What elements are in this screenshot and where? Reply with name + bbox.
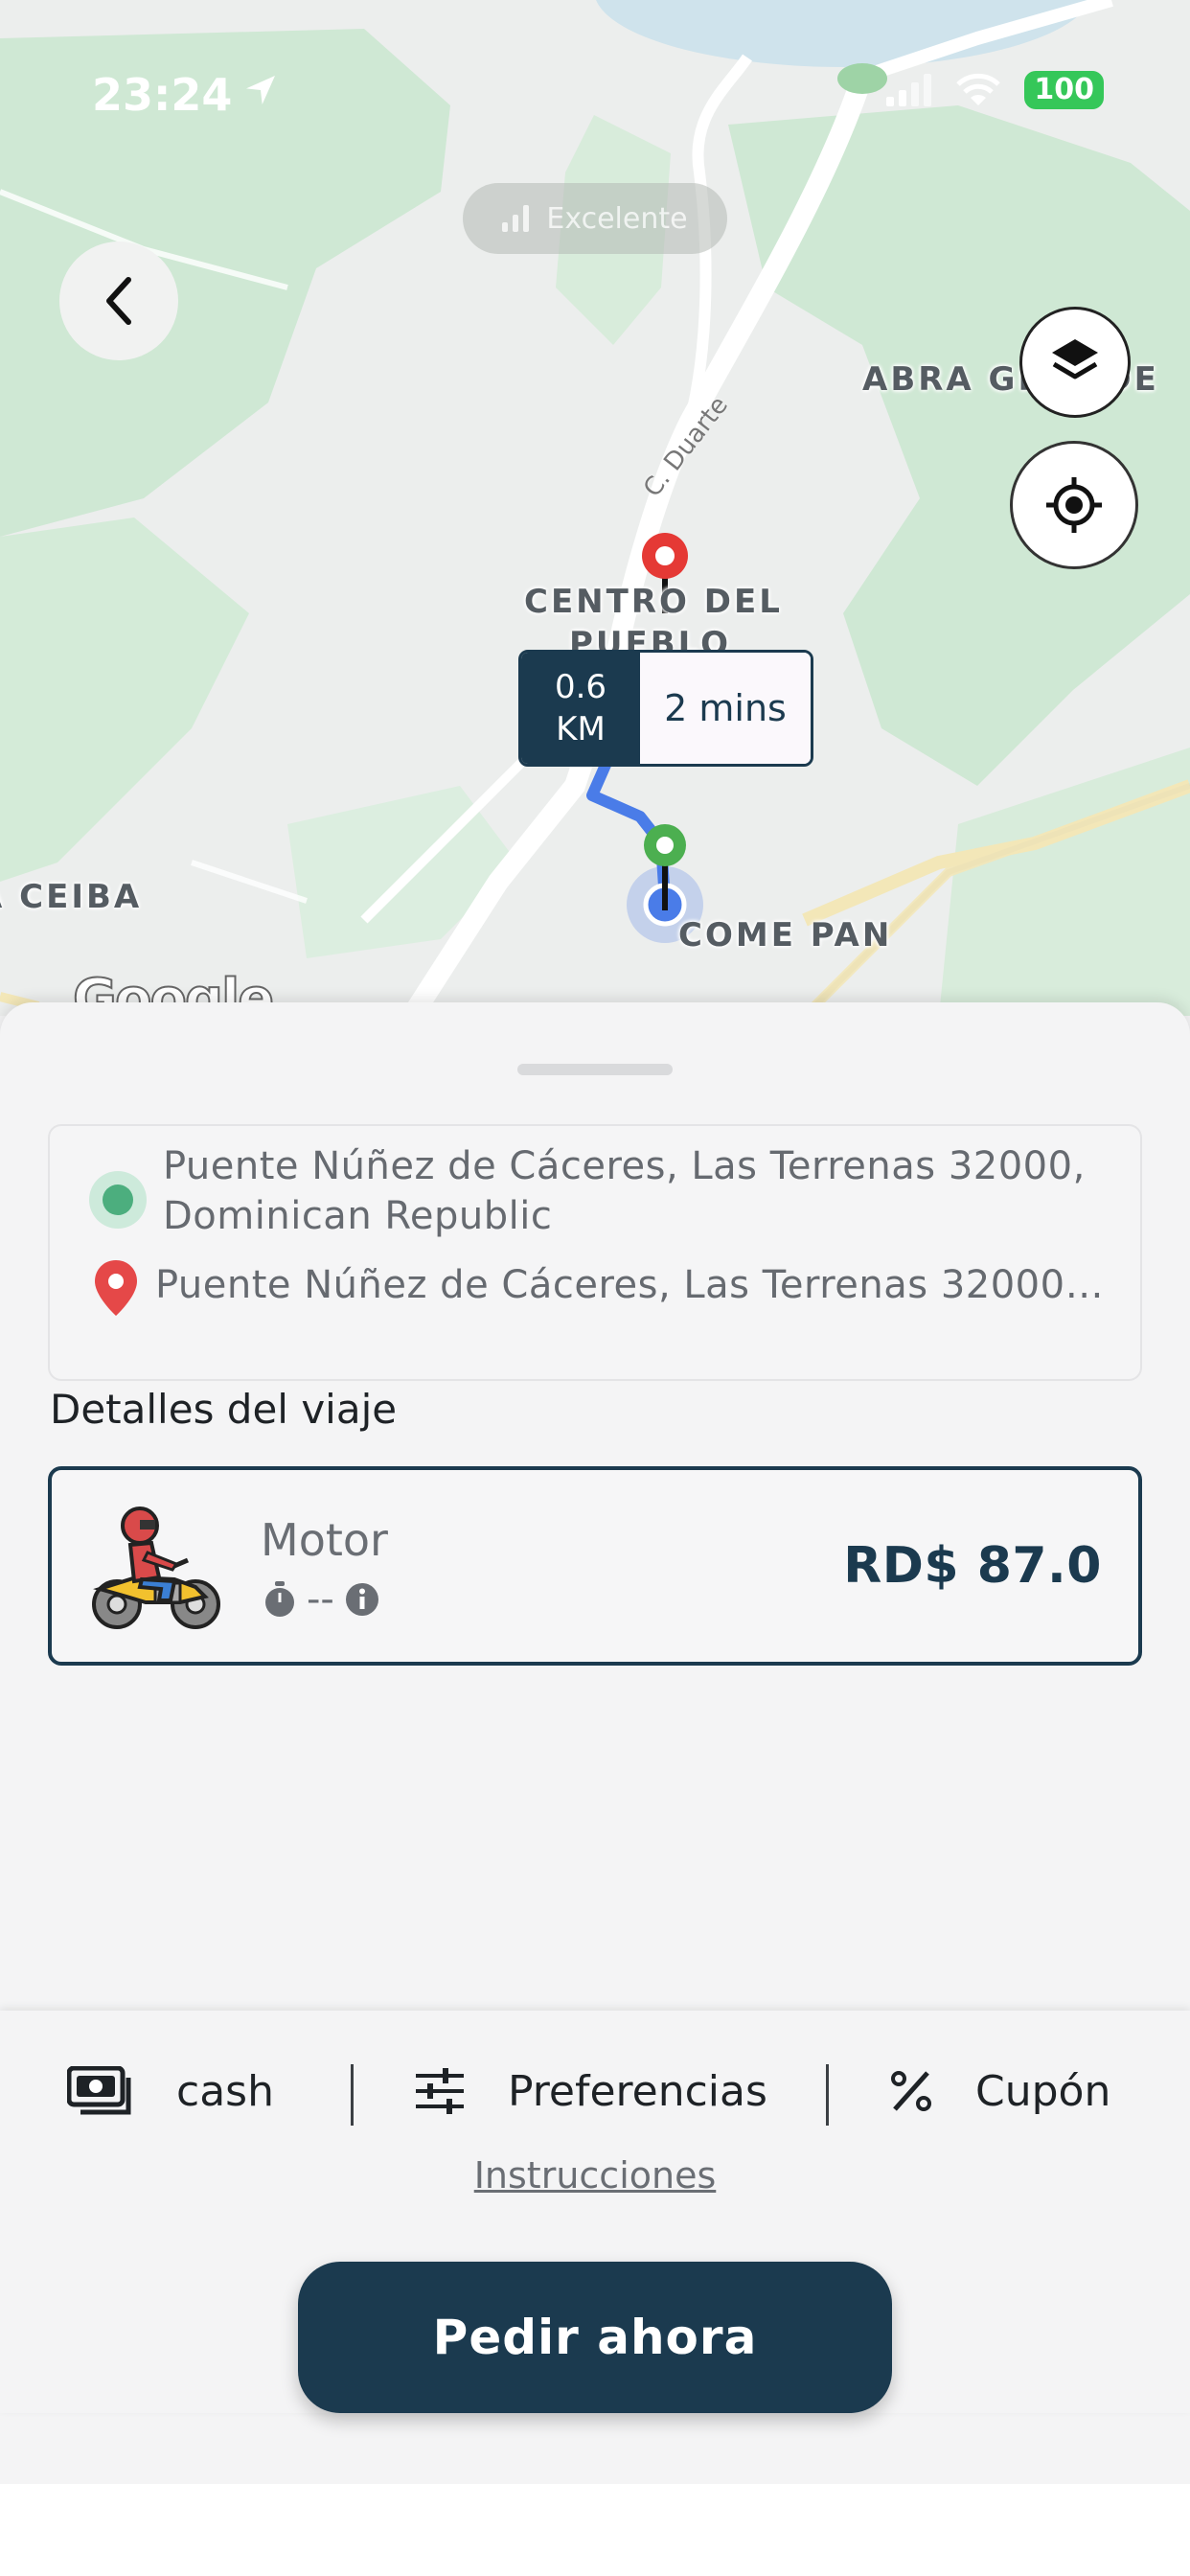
order-options-row: cash Preferencias Cupón <box>0 2053 1190 2129</box>
signal-quality-label: Excelente <box>546 201 688 236</box>
signal-bars-icon <box>502 205 530 232</box>
location-arrow-icon <box>246 76 275 104</box>
ride-price: RD$ 87.0 <box>843 1537 1102 1595</box>
my-location-button[interactable] <box>1010 441 1138 569</box>
wifi-icon <box>956 73 1001 105</box>
payment-method-button[interactable]: cash <box>67 2053 274 2129</box>
map-view[interactable]: ABRA GRANDE CENTRO DEL PUEBLO A CEIBA CO… <box>0 0 1190 1016</box>
map-label-ceiba: A CEIBA <box>0 878 143 916</box>
route-duration: 2 mins <box>640 653 811 764</box>
route-distance-value: 0.6 <box>554 668 607 706</box>
ride-type-name: Motor <box>261 1514 388 1566</box>
ride-option-card[interactable]: Motor -- RD$ 87.0 <box>48 1466 1142 1666</box>
home-indicator-area <box>0 2484 1190 2576</box>
stopwatch-icon <box>265 1581 294 1617</box>
payment-method-label: cash <box>176 2066 274 2116</box>
address-card: Puente Núñez de Cáceres, Las Terrenas 32… <box>48 1124 1142 1381</box>
order-now-button[interactable]: Pedir ahora <box>298 2262 892 2413</box>
instructions-link[interactable]: Instrucciones <box>0 2154 1190 2196</box>
battery-indicator: 100 <box>1024 71 1104 109</box>
option-divider <box>351 2064 354 2126</box>
route-distance-unit: KM <box>556 710 606 748</box>
order-panel: cash Preferencias Cupón Instrucciones Pe… <box>0 2011 1190 2413</box>
origin-row[interactable]: Puente Núñez de Cáceres, Las Terrenas 32… <box>84 1141 1129 1241</box>
ride-eta-value: -- <box>307 1577 334 1622</box>
info-icon[interactable] <box>344 1581 380 1618</box>
map-label-centro: CENTRO DEL <box>524 583 783 621</box>
percent-icon <box>891 2071 931 2111</box>
layers-icon <box>1052 339 1098 380</box>
coupon-button[interactable]: Cupón <box>889 2053 1110 2129</box>
route-info-box: 0.6 KM 2 mins <box>518 650 813 767</box>
map-pin-icon <box>95 1260 137 1316</box>
motorbike-icon <box>92 1506 220 1629</box>
origin-dot-icon <box>89 1171 147 1229</box>
preferences-label: Preferencias <box>508 2066 767 2116</box>
sheet-drag-handle[interactable] <box>517 1064 673 1075</box>
cash-icon <box>67 2066 131 2115</box>
route-distance: 0.6 KM <box>521 653 640 764</box>
trip-details-title: Detalles del viaje <box>50 1386 398 1433</box>
coupon-label: Cupón <box>975 2066 1111 2116</box>
destination-address: Puente Núñez de Cáceres, Las Terrenas 32… <box>155 1263 1113 1307</box>
status-time: 23:24 <box>92 69 233 121</box>
origin-address: Puente Núñez de Cáceres, Las Terrenas 32… <box>163 1144 1086 1238</box>
option-divider <box>826 2064 829 2126</box>
preferences-button[interactable]: Preferencias <box>414 2053 767 2129</box>
map-layers-button[interactable] <box>1019 307 1131 418</box>
status-indicators: 100 <box>886 71 1104 109</box>
crosshair-icon <box>1046 477 1102 533</box>
chevron-left-icon <box>106 277 131 325</box>
map-label-come-pan: COME PAN <box>678 916 893 954</box>
signal-quality-pill: Excelente <box>463 183 727 254</box>
sliders-icon <box>416 2068 464 2114</box>
cellular-icon <box>886 74 932 106</box>
back-button[interactable] <box>59 242 178 360</box>
ride-eta-row: -- <box>263 1577 380 1622</box>
destination-row[interactable]: Puente Núñez de Cáceres, Las Terrenas 32… <box>92 1260 1136 1318</box>
